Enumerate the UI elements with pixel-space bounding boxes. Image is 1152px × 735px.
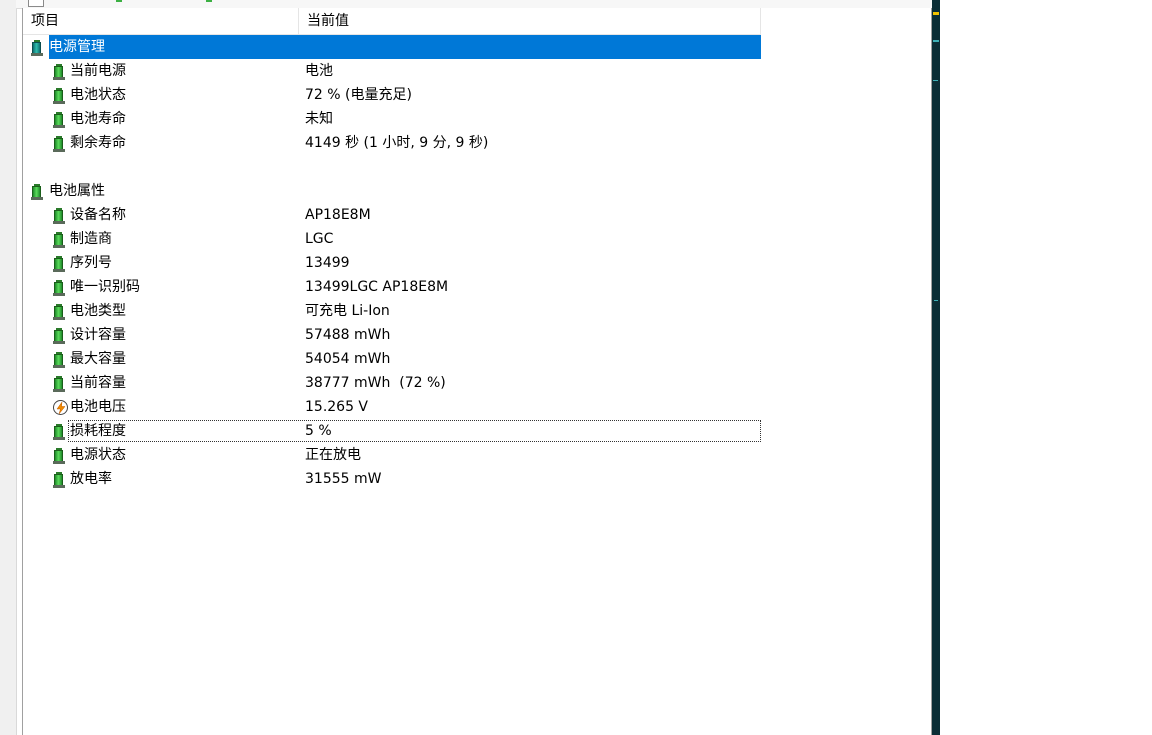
toolbar-green-icon: [116, 0, 122, 2]
battery-icon: [53, 280, 65, 296]
battery-icon: [53, 376, 65, 392]
battery-icon: [53, 88, 65, 104]
property-value: 未知: [305, 111, 333, 127]
battery-icon: [53, 424, 65, 440]
property-label: 放电率: [70, 471, 112, 487]
property-label: 唯一识别码: [70, 279, 140, 295]
property-label: 电池寿命: [70, 111, 126, 127]
property-row[interactable]: 放电率 31555 mW: [23, 467, 761, 491]
property-label: 设计容量: [70, 327, 126, 343]
battery-icon: [53, 112, 65, 128]
property-value: 13499LGC AP18E8M: [305, 279, 449, 295]
property-value: 5 %: [305, 423, 332, 439]
window-left-edge: [0, 0, 17, 735]
property-label: 当前电源: [70, 63, 126, 79]
column-header-value[interactable]: 当前值: [299, 8, 761, 34]
battery-icon: [53, 256, 65, 272]
section-row[interactable]: 电源管理: [23, 35, 761, 59]
property-label: 电池电压: [70, 399, 126, 415]
toolbar-icon: [28, 0, 44, 7]
property-row[interactable]: 电池电压 15.265 V: [23, 395, 761, 419]
battery-icon: [53, 352, 65, 368]
property-value: AP18E8M: [305, 207, 371, 223]
property-row[interactable]: 最大容量 54054 mWh: [23, 347, 761, 371]
decoration: [933, 40, 939, 42]
battery-icon: [53, 328, 65, 344]
property-row[interactable]: 唯一识别码 13499LGC AP18E8M: [23, 275, 761, 299]
property-label: 序列号: [70, 255, 112, 271]
property-row[interactable]: 损耗程度 5 %: [23, 419, 761, 443]
column-header-item[interactable]: 项目: [23, 8, 299, 34]
property-label: 电源状态: [70, 447, 126, 463]
property-row[interactable]: 电池状态 72 % (电量充足): [23, 83, 761, 107]
property-list-panel[interactable]: 项目 当前值 电源管理当前电源 电池电池状态 72 % (电量充足) 电池寿命 未知剩余…: [22, 8, 932, 735]
property-row[interactable]: 当前电源 电池: [23, 59, 761, 83]
battery-teal-icon: [31, 40, 43, 56]
property-label: 最大容量: [70, 351, 126, 367]
property-row[interactable]: 设备名称 AP18E8M: [23, 203, 761, 227]
battery-icon: [53, 64, 65, 80]
property-value: 38777 mWh (72 %): [305, 375, 446, 391]
property-row[interactable]: 电源状态 正在放电: [23, 443, 761, 467]
section-title: 电池属性: [49, 183, 105, 199]
property-label: 剩余寿命: [70, 135, 126, 151]
property-value: 72 % (电量充足): [305, 87, 412, 103]
decoration: [933, 12, 939, 15]
blank-area: [940, 0, 1152, 735]
property-value: LGC: [305, 231, 334, 247]
property-value: 可充电 Li-Ion: [305, 303, 390, 319]
battery-icon: [53, 232, 65, 248]
property-row[interactable]: 制造商 LGC: [23, 227, 761, 251]
property-row[interactable]: 剩余寿命 4149 秒 (1 小时, 9 分, 9 秒): [23, 131, 761, 155]
battery-icon: [53, 472, 65, 488]
focus-rectangle: [68, 420, 761, 442]
list-rows: 电源管理当前电源 电池电池状态 72 % (电量充足) 电池寿命 未知剩余寿命 4149 …: [23, 35, 761, 491]
property-value: 正在放电: [305, 447, 361, 463]
property-label: 设备名称: [70, 207, 126, 223]
property-row[interactable]: 电池寿命 未知: [23, 107, 761, 131]
property-row[interactable]: 电池类型 可充电 Li-Ion: [23, 299, 761, 323]
toolbar-green-icon: [206, 0, 212, 2]
battery-icon: [53, 136, 65, 152]
section-title: 电源管理: [49, 35, 761, 59]
section-row[interactable]: 电池属性: [23, 179, 761, 203]
background-window-edge: [932, 0, 940, 735]
property-value: 54054 mWh: [305, 351, 391, 367]
property-value: 13499: [305, 255, 350, 271]
property-label: 制造商: [70, 231, 112, 247]
battery-icon: [53, 304, 65, 320]
property-label: 当前容量: [70, 375, 126, 391]
property-label: 电池类型: [70, 303, 126, 319]
property-value: 4149 秒 (1 小时, 9 分, 9 秒): [305, 135, 489, 151]
property-label: 损耗程度: [70, 423, 126, 439]
voltage-icon: [53, 400, 68, 416]
property-value: 电池: [305, 63, 333, 79]
property-label: 电池状态: [70, 87, 126, 103]
property-row[interactable]: 序列号 13499: [23, 251, 761, 275]
row-spacer: [23, 155, 761, 179]
property-value: 15.265 V: [305, 399, 369, 415]
property-row[interactable]: 当前容量 38777 mWh (72 %): [23, 371, 761, 395]
decoration: [934, 300, 938, 301]
battery-icon: [53, 448, 65, 464]
property-row[interactable]: 设计容量 57488 mWh: [23, 323, 761, 347]
property-value: 31555 mW: [305, 471, 382, 487]
decoration: [933, 80, 938, 81]
property-value: 57488 mWh: [305, 327, 391, 343]
battery-icon: [53, 208, 65, 224]
battery-icon: [31, 184, 43, 200]
list-header: 项目 当前值: [23, 8, 761, 35]
